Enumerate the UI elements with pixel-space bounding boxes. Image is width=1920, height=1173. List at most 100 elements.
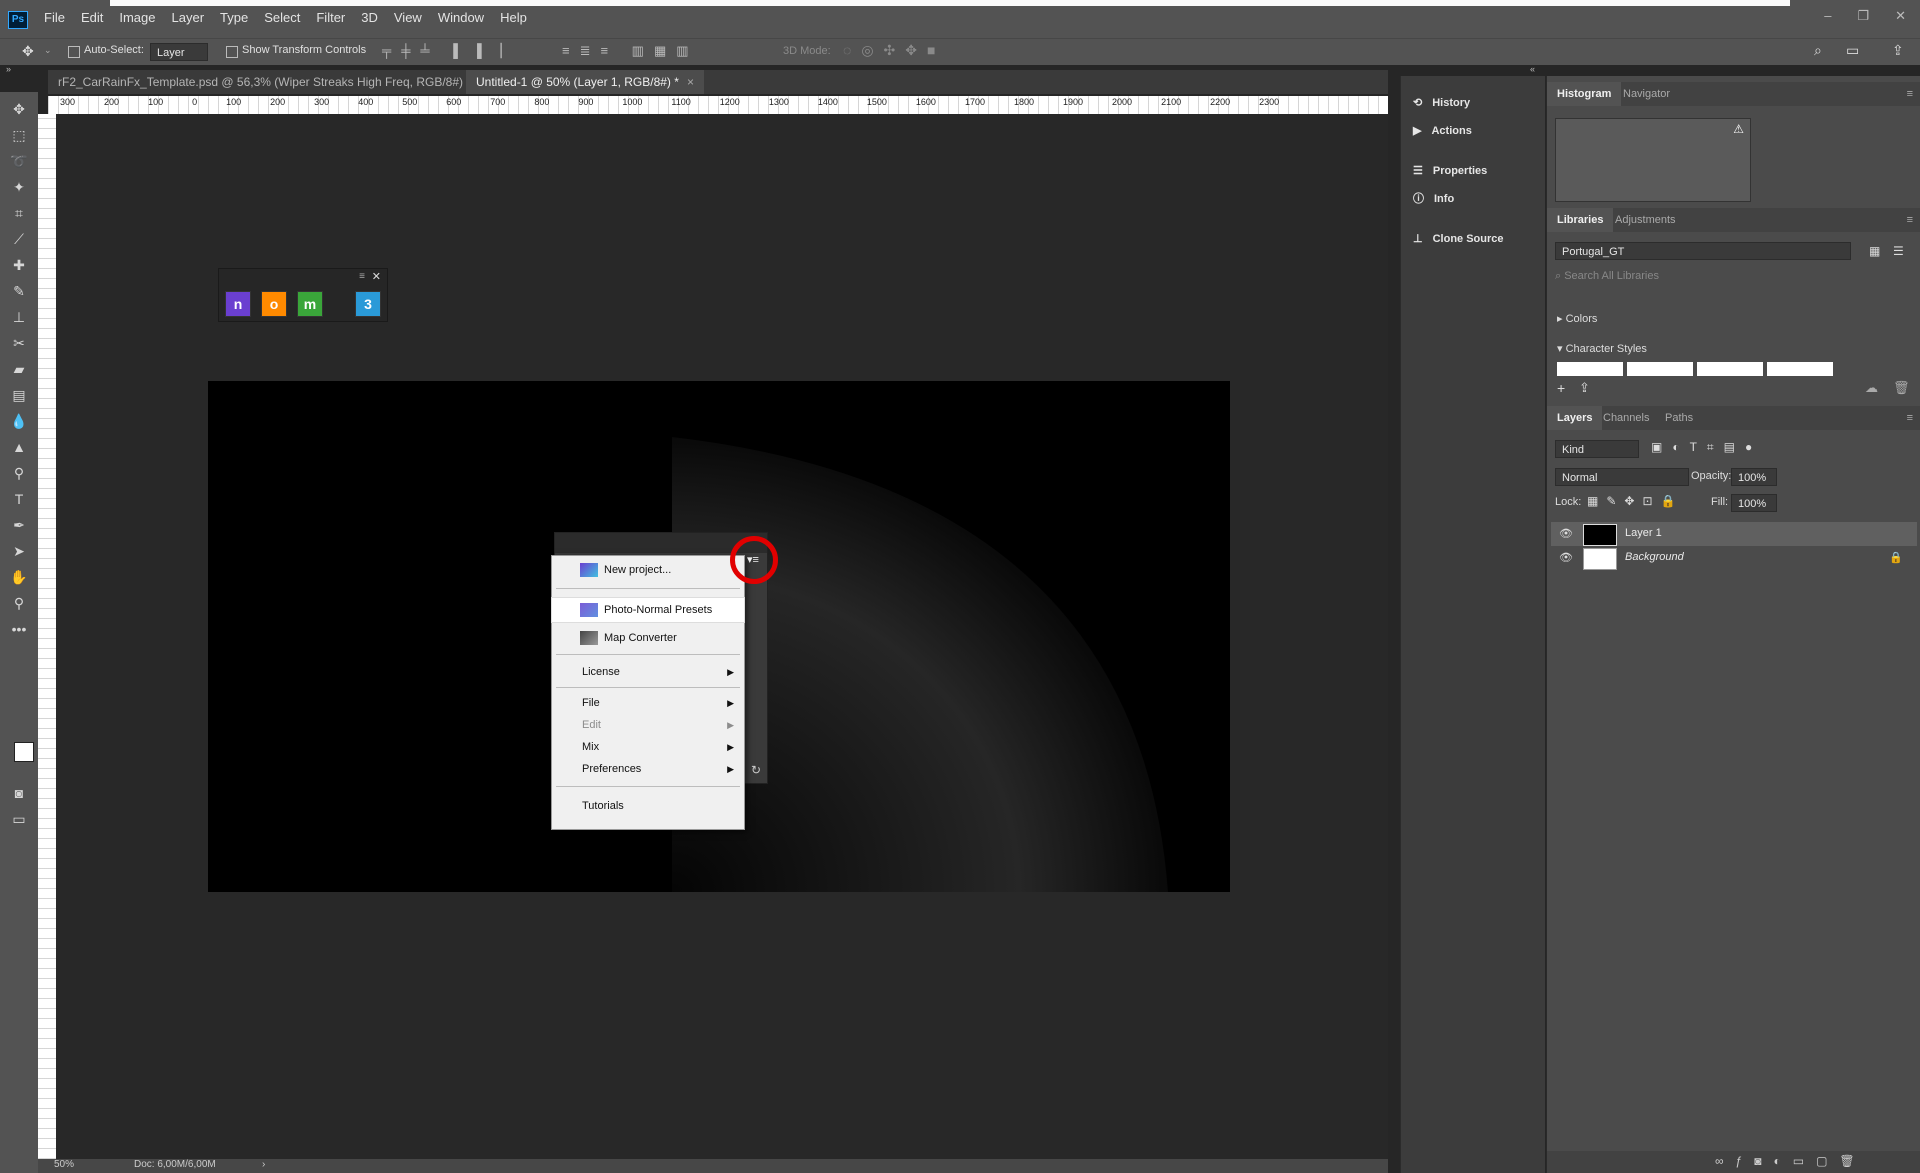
pen-tool-icon[interactable]: ✒ [10,516,28,534]
layer-name[interactable]: Layer 1 [1625,527,1662,539]
lasso-tool-icon[interactable]: ➰ [10,152,28,170]
layer-footer-icons[interactable]: ∞ƒ◙◐▭▢🗑 [1715,1154,1867,1168]
zoom-tool-icon[interactable]: ⚲ [10,594,28,612]
menu-item-preferences[interactable]: Preferences ▶ [552,758,744,780]
char-style-swatch[interactable] [1627,362,1693,376]
panel-info[interactable]: ⓘ Info [1413,188,1454,210]
section-colors[interactable]: ▸ Colors [1557,312,1597,325]
panel-properties[interactable]: ☰ Properties [1413,160,1487,182]
healing-brush-icon[interactable]: ✚ [10,256,28,274]
share-icon[interactable]: ⇪ [1892,42,1904,59]
add-icon[interactable]: + [1557,380,1565,396]
auto-select-checkbox[interactable] [68,46,80,58]
list-view-icon[interactable]: ☰ [1893,244,1904,258]
search-icon[interactable]: ⌕ [1814,42,1822,59]
brush-tool-icon[interactable]: ✎ [10,282,28,300]
hand-tool-icon[interactable]: ✋ [10,568,28,586]
menu-window[interactable]: Window [438,10,484,25]
close-icon[interactable]: ✕ [1895,8,1906,24]
status-menu-icon[interactable]: › [262,1159,265,1170]
workspace-icon[interactable]: ▭ [1846,42,1859,59]
eyedropper-icon[interactable]: ⟋ [10,230,28,248]
menu-item-map-converter[interactable]: Map Converter [552,626,744,650]
menu-help[interactable]: Help [500,10,527,25]
grid-view-icon[interactable]: ▦ [1869,244,1880,258]
visibility-eye-icon[interactable]: 👁 [1559,527,1573,541]
marquee-tool-icon[interactable]: ⬚ [10,126,28,144]
visibility-eye-icon[interactable]: 👁 [1559,551,1573,565]
menu-item-edit[interactable]: Edit ▶ [552,714,744,736]
layer-filter-icons[interactable]: ▣◐T⌗▤● [1651,440,1762,455]
opacity-input[interactable]: 100% [1731,468,1777,486]
trash-icon[interactable]: 🗑 [1893,380,1910,396]
blend-mode-select[interactable]: Normal [1555,468,1689,486]
3d-mode-icons[interactable]: ◌◎✣✥■ [843,42,945,59]
tab-adjustments[interactable]: Adjustments [1605,208,1686,232]
warning-icon[interactable]: ⚠ [1733,122,1744,136]
menu-item-photo-normal-presets[interactable]: Photo-Normal Presets [551,597,745,623]
tab-close-icon[interactable]: × [687,75,694,89]
layer-row-layer1[interactable]: 👁 Layer 1 [1551,522,1917,546]
minimize-icon[interactable]: – [1824,8,1831,24]
panel-menu-icon[interactable]: ≡ [1907,214,1913,226]
show-transform-checkbox[interactable] [226,46,238,58]
auto-select-dropdown[interactable]: Layer [150,43,208,61]
library-search[interactable]: ⌕ Search All Libraries [1555,270,1911,286]
tab-libraries[interactable]: Libraries [1547,208,1614,232]
eraser-tool-icon[interactable]: ▰ [10,360,28,378]
menu-filter[interactable]: Filter [316,10,345,25]
menu-item-tutorials[interactable]: Tutorials [552,794,744,818]
cloud-icon[interactable]: ☁ [1865,380,1878,396]
sharpen-tool-icon[interactable]: ▲ [10,438,28,456]
menu-edit[interactable]: Edit [81,10,103,25]
distribute-icons[interactable]: ≡≣≡ ▥▦▥ [562,43,699,59]
move-tool-icon[interactable]: ✥ [22,43,34,60]
menu-file[interactable]: File [44,10,65,25]
gradient-tool-icon[interactable]: ▤ [10,386,28,404]
screen-mode-icon[interactable]: ▭ [10,810,28,828]
menu-select[interactable]: Select [264,10,300,25]
zoom-level[interactable]: 50% [54,1159,74,1170]
char-style-swatch[interactable] [1697,362,1763,376]
lock-icons[interactable]: ▦✎✥⊡🔒 [1587,494,1683,508]
blur-tool-icon[interactable]: 💧 [10,412,28,430]
menu-item-mix[interactable]: Mix ▶ [552,736,744,758]
layer-row-background[interactable]: 👁 Background 🔒 [1551,546,1917,570]
menu-image[interactable]: Image [119,10,155,25]
move-tool-icon[interactable]: ✥ [10,100,28,118]
panel-menu-icon[interactable]: ≡ [359,271,365,282]
stamp-tool-icon[interactable]: ⊥ [10,308,28,326]
tab-navigator[interactable]: Navigator [1613,82,1680,106]
char-style-swatch[interactable] [1557,362,1623,376]
menu-item-new-project[interactable]: New project... [552,558,744,582]
layer-name[interactable]: Background [1625,551,1684,563]
flyout-menu-icon[interactable]: ▾≡ [747,553,759,566]
tab-carrainfx[interactable]: rF2_CarRainFx_Template.psd @ 56,3% (Wipe… [48,70,496,94]
history-brush-icon[interactable]: ✂ [10,334,28,352]
chevron-down-icon[interactable]: ⌄ [44,45,52,56]
panel-menu-icon[interactable]: ≡ [1907,88,1913,100]
upload-icon[interactable]: ⇪ [1579,380,1590,396]
char-style-swatch[interactable] [1767,362,1833,376]
panel-actions[interactable]: ▶ Actions [1413,120,1472,142]
refresh-icon[interactable]: ↻ [751,763,761,777]
fill-input[interactable]: 100% [1731,494,1777,512]
ndo-app-icon[interactable]: n [225,291,251,317]
crop-tool-icon[interactable]: ⌗ [10,204,28,222]
ddo-app-icon[interactable]: o [261,291,287,317]
panel-close-icon[interactable]: ✕ [372,270,381,283]
layer-kind-filter[interactable]: Kind [1555,440,1639,458]
menu-item-license[interactable]: License ▶ [552,660,744,684]
menu-item-file[interactable]: File ▶ [552,692,744,714]
tab-paths[interactable]: Paths [1655,406,1703,430]
library-select[interactable]: Portugal_GT [1555,242,1851,260]
type-tool-icon[interactable]: T [10,490,28,508]
quick-mask-icon[interactable]: ◙ [10,784,28,802]
menu-3d[interactable]: 3D [361,10,378,25]
background-color-swatch[interactable] [20,748,32,760]
more-tools-icon[interactable]: ••• [10,620,28,638]
panel-clone-source[interactable]: ⊥ Clone Source [1413,228,1504,250]
collapse-panels-icon[interactable]: « [1530,64,1535,74]
menu-type[interactable]: Type [220,10,248,25]
magic-wand-icon[interactable]: ✦ [10,178,28,196]
